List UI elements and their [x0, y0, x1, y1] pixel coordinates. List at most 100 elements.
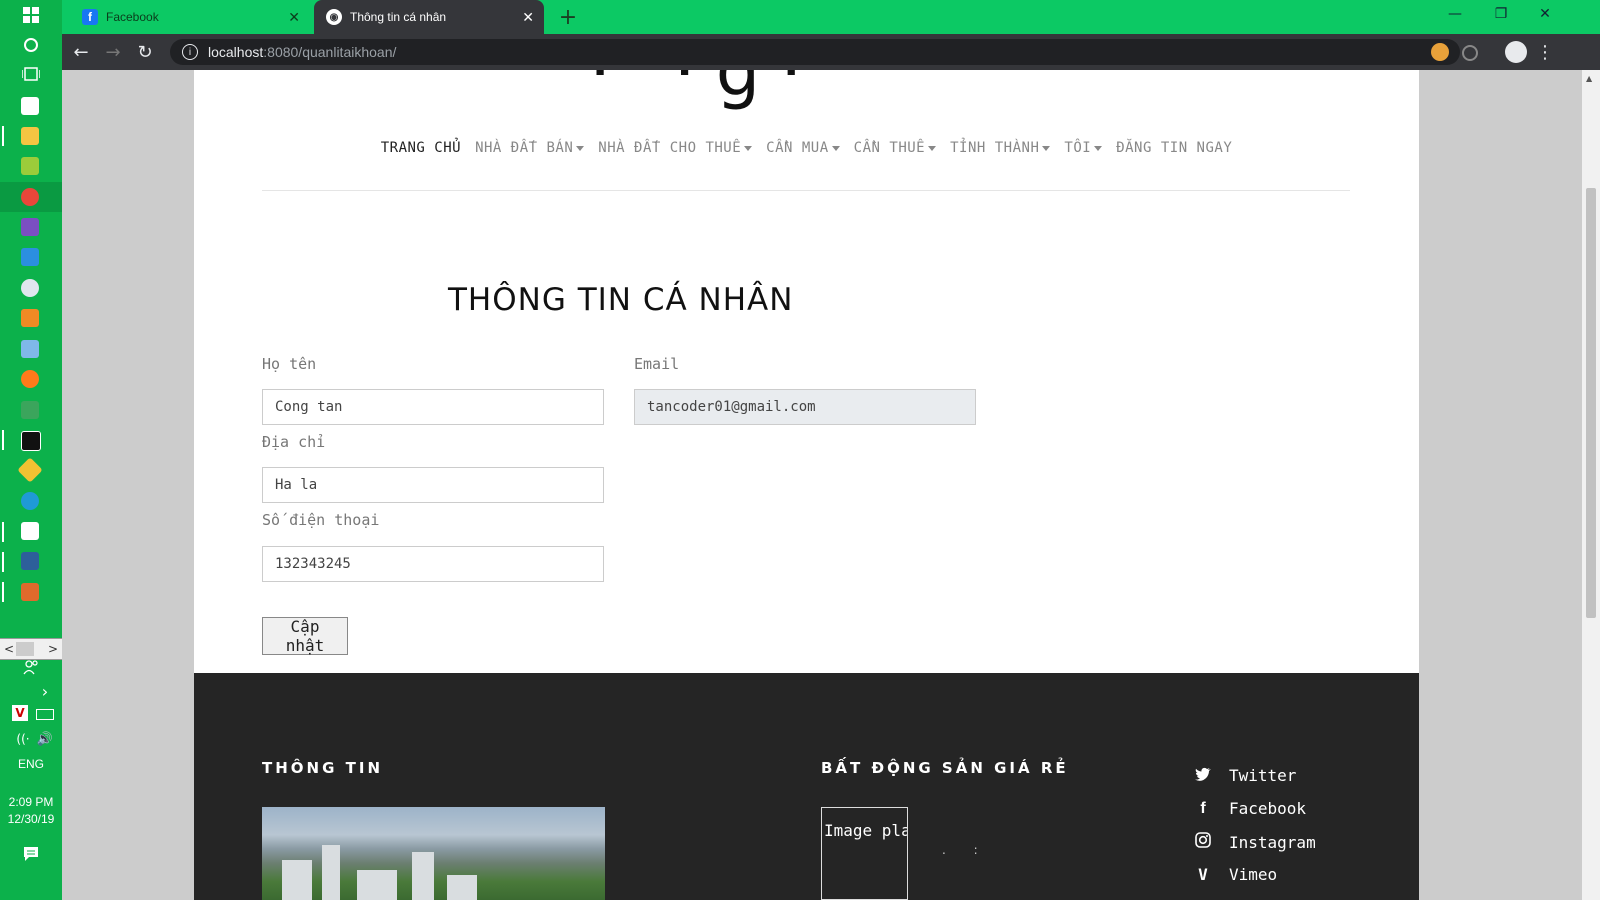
- antivirus-tray-icon[interactable]: V: [12, 705, 28, 721]
- building-shape: [282, 860, 312, 900]
- scroll-thumb[interactable]: [16, 642, 34, 656]
- scroll-left-icon[interactable]: <: [4, 639, 14, 659]
- nav-want-rent[interactable]: CẦN THUÊ: [854, 140, 937, 156]
- sql-server-icon[interactable]: [21, 552, 39, 570]
- nav-label: TÔI: [1064, 140, 1092, 156]
- mail-app-icon[interactable]: [21, 97, 39, 115]
- tab-profile[interactable]: ◉ Thông tin cá nhân ✕: [314, 0, 544, 34]
- pycharm-icon[interactable]: [21, 157, 39, 175]
- photos-icon[interactable]: [21, 522, 39, 540]
- dropdown-caret-icon: [831, 145, 840, 151]
- email-label: Email: [634, 355, 680, 373]
- page-scrollbar[interactable]: ▲: [1582, 70, 1600, 900]
- people-icon[interactable]: [20, 656, 42, 678]
- building-shape: [357, 870, 397, 900]
- intellij-icon[interactable]: [21, 431, 41, 451]
- visual-studio-icon[interactable]: [21, 218, 39, 236]
- scrollbar-thumb[interactable]: [1586, 188, 1596, 618]
- clock-date[interactable]: 12/30/19: [0, 812, 62, 826]
- nav-me[interactable]: TÔI: [1064, 140, 1103, 156]
- instagram-icon: [1191, 832, 1215, 852]
- close-window-icon[interactable]: ✕: [1530, 6, 1560, 22]
- close-tab-icon[interactable]: ✕: [522, 9, 534, 26]
- phone-field[interactable]: [262, 546, 604, 582]
- nav-land-sale[interactable]: NHÀ ĐẤT BÁN: [475, 140, 585, 156]
- running-indicator: [2, 552, 4, 572]
- windows-start-icon[interactable]: [20, 4, 42, 26]
- globe-icon: ◉: [326, 9, 342, 25]
- virtualbox-icon[interactable]: [21, 340, 39, 358]
- nav-label: NHÀ ĐẤT BÁN: [475, 140, 574, 156]
- vimeo-icon: V: [1198, 865, 1208, 884]
- scroll-right-icon[interactable]: >: [48, 639, 58, 659]
- profile-avatar[interactable]: [1505, 41, 1527, 63]
- running-indicator: [2, 522, 4, 542]
- wifi-icon[interactable]: ((·: [12, 728, 34, 750]
- eclipse-icon[interactable]: [21, 279, 39, 297]
- file-explorer-icon[interactable]: [21, 127, 39, 145]
- nav-provinces[interactable]: TỈNH THÀNH: [950, 140, 1051, 156]
- social-label: Instagram: [1229, 832, 1316, 852]
- forward-icon[interactable]: →: [102, 42, 124, 63]
- divider: [262, 190, 1350, 191]
- social-link-twitter[interactable]: Twitter: [1191, 766, 1296, 785]
- social-link-instagram[interactable]: Instagram: [1191, 832, 1316, 852]
- clock-time[interactable]: 2:09 PM: [0, 795, 62, 809]
- restore-icon[interactable]: ❐: [1486, 6, 1516, 22]
- site-info-icon[interactable]: i: [182, 44, 198, 60]
- update-button[interactable]: Cập nhật: [262, 617, 348, 655]
- task-view-icon[interactable]: [20, 63, 42, 85]
- nav-post-now[interactable]: ĐĂNG TIN NGAY: [1116, 140, 1232, 156]
- address-bar[interactable]: i localhost:8080/quanlitaikhoan/ ☆: [170, 39, 1460, 65]
- tab-title: Facebook: [106, 10, 159, 24]
- firefox-icon[interactable]: [21, 370, 39, 388]
- url-path: :8080/quanlitaikhoan/: [263, 44, 397, 60]
- minimize-icon[interactable]: —: [1440, 6, 1470, 22]
- nav-label: CẦN MUA: [766, 140, 829, 156]
- building-shape: [322, 845, 340, 900]
- page-title: THÔNG TIN CÁ NHÂN: [448, 282, 794, 318]
- scroll-up-icon[interactable]: ▲: [1586, 74, 1592, 83]
- battery-icon[interactable]: [36, 709, 54, 720]
- main-navigation: TRANG CHỦ NHÀ ĐẤT BÁN NHÀ ĐẤT CHO THUÊ C…: [194, 140, 1419, 156]
- new-tab-button[interactable]: +: [556, 5, 580, 30]
- email-field[interactable]: [634, 389, 976, 425]
- extension-circle-icon[interactable]: [1462, 45, 1478, 61]
- url-host: localhost: [208, 44, 264, 60]
- sublime-text-icon[interactable]: [21, 309, 39, 327]
- broken-image: Image placeholder: [821, 807, 908, 900]
- tools-icon[interactable]: [21, 401, 39, 419]
- language-indicator[interactable]: ENG: [0, 757, 62, 771]
- nav-want-buy[interactable]: CẦN MUA: [766, 140, 840, 156]
- name-field[interactable]: [262, 389, 604, 425]
- skype-icon[interactable]: [21, 492, 39, 510]
- social-link-facebook[interactable]: f Facebook: [1191, 799, 1306, 818]
- footer-heading-cheap-realestate: BẤT ĐỘNG SẢN GIÁ RẺ: [821, 759, 1069, 777]
- chrome-icon[interactable]: [21, 188, 39, 206]
- cortana-icon[interactable]: [20, 34, 42, 56]
- address-field[interactable]: [262, 467, 604, 503]
- tab-facebook[interactable]: f Facebook ✕: [70, 0, 310, 34]
- footer-heading-info: THÔNG TIN: [262, 759, 383, 777]
- browser-toolbar: ← → ↻ i localhost:8080/quanlitaikhoan/ ☆…: [62, 34, 1600, 70]
- nav-label: NHÀ ĐẤT CHO THUÊ: [598, 140, 742, 156]
- git-icon[interactable]: [17, 457, 43, 483]
- menu-kebab-icon[interactable]: ⋮: [1534, 42, 1556, 63]
- show-hidden-icons-chevron-icon[interactable]: ›: [34, 680, 56, 702]
- back-icon[interactable]: ←: [70, 42, 92, 63]
- social-link-vimeo[interactable]: V Vimeo: [1191, 865, 1277, 884]
- city-skyline-image: [262, 807, 605, 900]
- facebook-icon: f: [82, 9, 98, 25]
- name-label: Họ tên: [262, 355, 317, 373]
- reload-icon[interactable]: ↻: [134, 42, 156, 63]
- decorative-dots: . :: [942, 843, 990, 857]
- vscode-icon[interactable]: [21, 248, 39, 266]
- nav-land-rent[interactable]: NHÀ ĐẤT CHO THUÊ: [598, 140, 753, 156]
- powerpoint-icon[interactable]: [21, 583, 39, 601]
- nav-label: TỈNH THÀNH: [950, 140, 1040, 156]
- volume-icon[interactable]: 🔊: [34, 728, 56, 750]
- close-tab-icon[interactable]: ✕: [288, 9, 300, 26]
- nav-home[interactable]: TRANG CHỦ: [381, 140, 461, 156]
- action-center-icon[interactable]: [20, 843, 42, 865]
- extension-icon[interactable]: [1431, 43, 1449, 61]
